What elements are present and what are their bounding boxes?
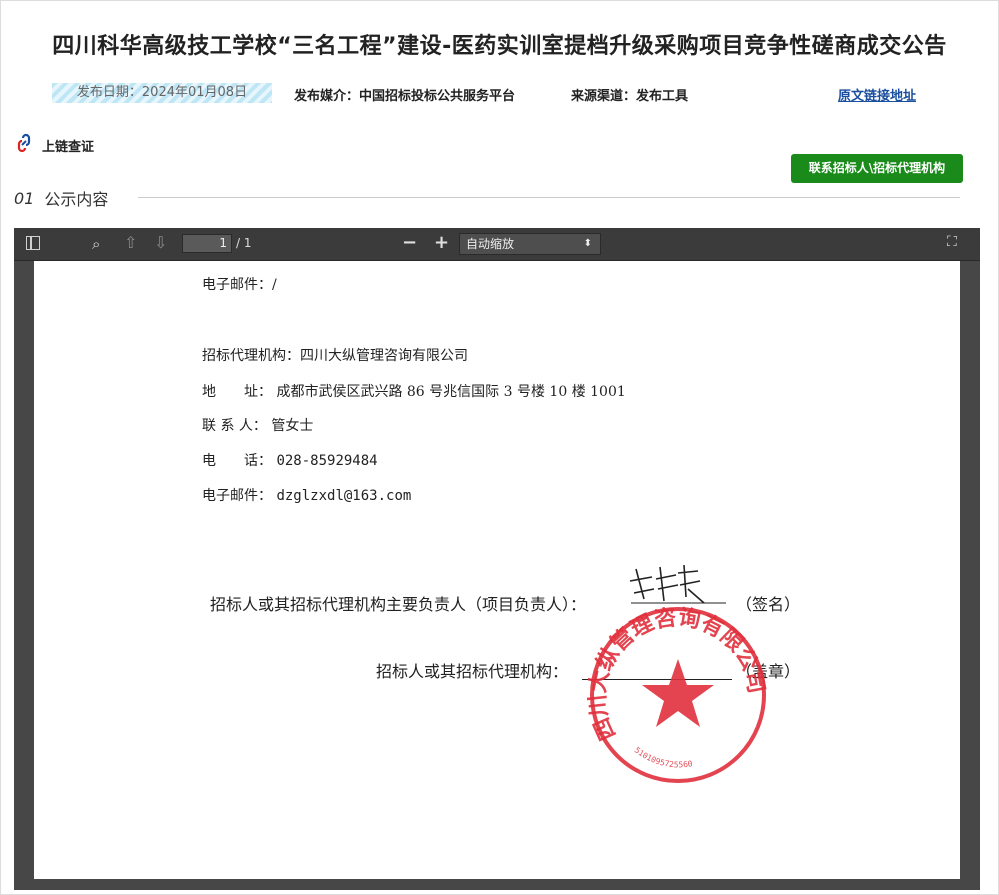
pdf-viewer: ⌕ ⇧ ⇩ 1 / 1 − + 自动缩放 ⬍ ⛶ 电子邮件：/ 招标代理机构：四… xyxy=(14,228,980,890)
search-icon[interactable]: ⌕ xyxy=(92,235,100,253)
select-arrows-icon: ⬍ xyxy=(583,238,592,249)
zoom-select[interactable]: 自动缩放 ⬍ xyxy=(459,233,601,255)
page-total: / 1 xyxy=(236,236,252,250)
pdf-page: 电子邮件：/ 招标代理机构：四川大纵管理咨询有限公司 地 址： 成都市武侯区武兴… xyxy=(34,261,960,879)
address-line: 地 址： 成都市武侯区武兴路 86 号兆信国际 3 号楼 10 楼 1001 xyxy=(202,381,626,401)
address-label: 地 址： xyxy=(202,384,272,400)
phone-value: 028-85929484 xyxy=(276,453,378,469)
address-value: 成都市武侯区武兴路 86 号兆信国际 3 号楼 10 楼 1001 xyxy=(276,384,626,400)
zoom-out-icon[interactable]: − xyxy=(402,232,417,253)
sidebar-toggle-icon[interactable] xyxy=(26,236,40,250)
contact-value: 管女士 xyxy=(271,418,314,434)
agency-line: 招标代理机构：四川大纵管理咨询有限公司 xyxy=(202,348,468,364)
section-header: 01 公示内容 xyxy=(14,186,108,210)
contact-label: 联 系 人： xyxy=(202,418,267,434)
contact-line: 联 系 人： 管女士 xyxy=(202,415,313,435)
arrow-down-icon[interactable]: ⇩ xyxy=(154,233,167,252)
email-line-1: 电子邮件：/ xyxy=(202,277,277,293)
publish-media: 发布媒介：中国招标投标公共服务平台 xyxy=(294,89,516,104)
email-label: 电子邮件： xyxy=(202,488,272,504)
seal-number: 5101095725560 xyxy=(633,745,694,769)
contact-agency-button[interactable]: 联系招标人\招标代理机构 xyxy=(791,154,963,183)
signature-line: 招标人或其招标代理机构主要负责人（项目负责人）： xyxy=(210,591,586,615)
arrow-up-icon[interactable]: ⇧ xyxy=(124,233,137,252)
section-number: 01 xyxy=(14,188,35,208)
signature-label: 招标人或其招标代理机构主要负责人（项目负责人）： xyxy=(210,595,587,614)
email-value: dzglzxdl@163.com xyxy=(276,488,412,504)
seal-line: 招标人或其招标代理机构： xyxy=(376,662,569,681)
section-label: 公示内容 xyxy=(44,190,109,209)
zoom-value: 自动缩放 xyxy=(466,237,515,251)
link-icon xyxy=(14,133,34,157)
phone-label: 电 话： xyxy=(202,453,272,469)
page-number-input[interactable]: 1 xyxy=(182,234,232,253)
section-divider xyxy=(138,197,960,198)
zoom-in-icon[interactable]: + xyxy=(434,232,449,253)
chain-verify[interactable]: 上链查证 xyxy=(14,133,94,157)
source-channel: 来源渠道：发布工具 xyxy=(571,89,689,104)
publish-date: 发布日期：2024年01月08日 xyxy=(52,83,272,103)
svg-text:5101095725560: 5101095725560 xyxy=(633,745,694,769)
fullscreen-icon[interactable]: ⛶ xyxy=(947,234,957,250)
original-link[interactable]: 原文链接地址 xyxy=(838,85,916,104)
company-seal: 四川大纵管理咨询有限公司 5101095725560 xyxy=(585,604,768,783)
chain-verify-label: 上链查证 xyxy=(42,139,95,155)
email-line-2: 电子邮件： dzglzxdl@163.com xyxy=(202,485,411,505)
phone-line: 电 话： 028-85929484 xyxy=(202,450,378,470)
page-title: 四川科华高级技工学校“三名工程”建设-医药实训室提档升级采购项目竞争性磋商成交公… xyxy=(52,34,947,59)
pdf-toolbar: ⌕ ⇧ ⇩ 1 / 1 − + 自动缩放 ⬍ ⛶ xyxy=(14,228,980,261)
